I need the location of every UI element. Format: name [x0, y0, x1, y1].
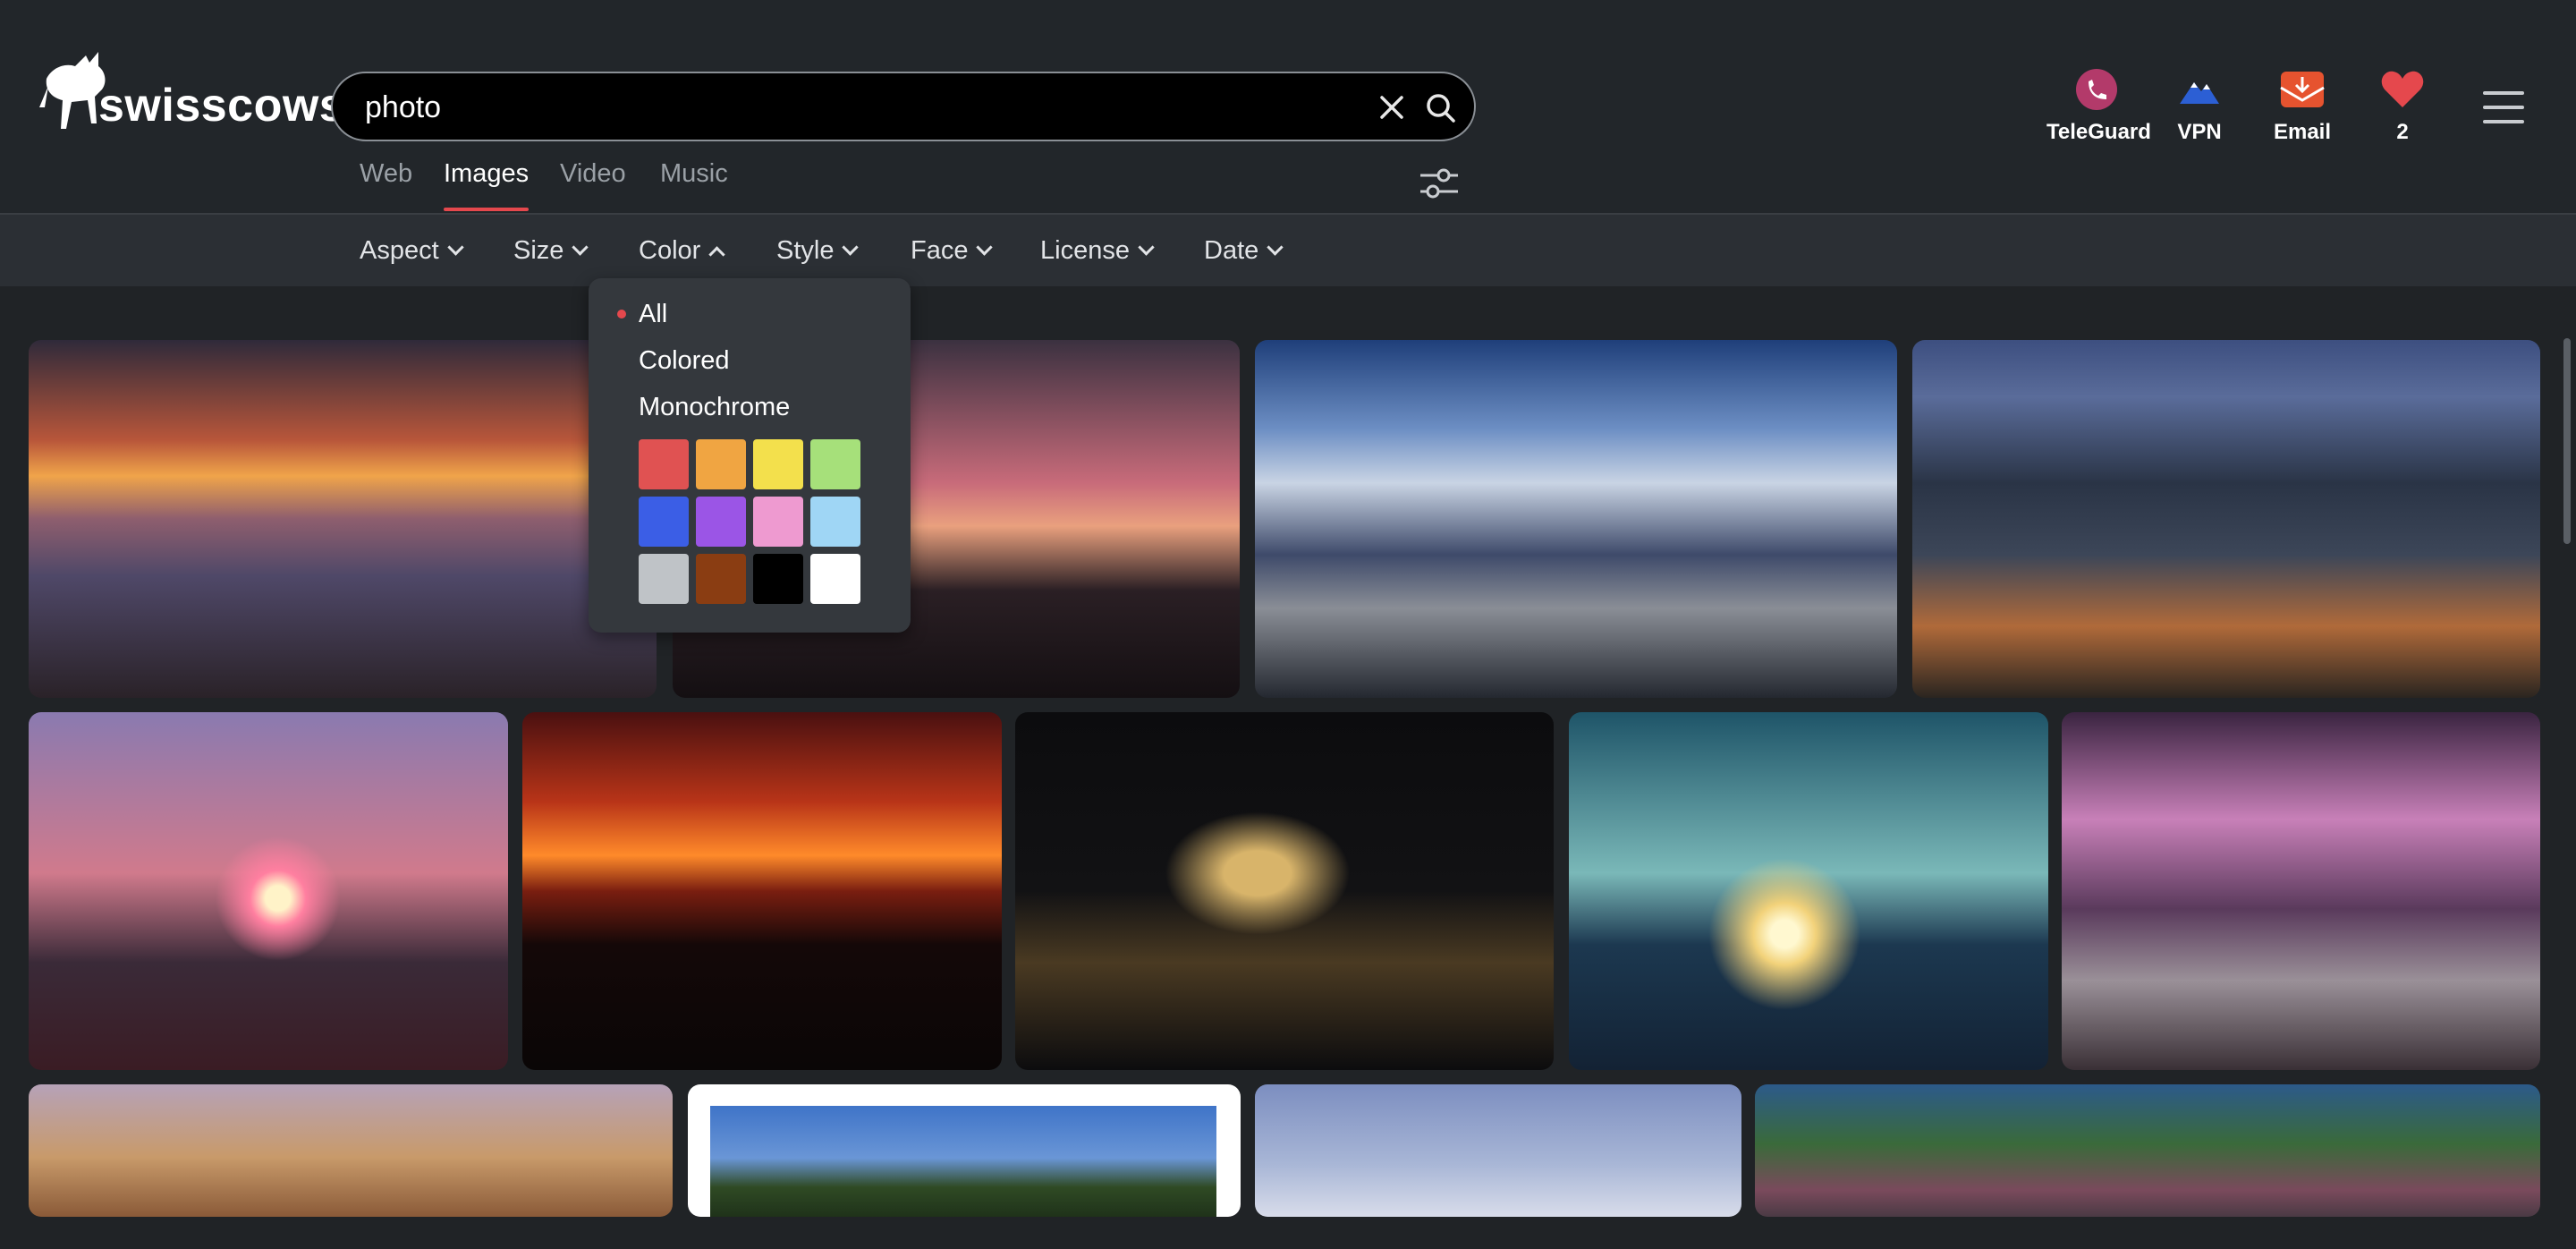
vpn-label: VPN: [2177, 120, 2222, 144]
filter-style[interactable]: Style: [776, 236, 860, 266]
search-box: [331, 72, 1476, 141]
heart-icon: [2379, 68, 2426, 111]
header: swisscows Web Images Video Music TeleGua…: [0, 0, 2576, 215]
image-result[interactable]: [29, 1084, 673, 1217]
chevron-down-icon: [1267, 239, 1284, 256]
swatch-blue[interactable]: [639, 497, 689, 547]
tab-video[interactable]: Video: [560, 159, 626, 211]
chevron-down-icon: [1138, 239, 1155, 256]
swatch-black[interactable]: [753, 554, 803, 604]
swatch-red[interactable]: [639, 439, 689, 489]
color-option-all[interactable]: All: [639, 300, 667, 329]
image-result[interactable]: [1255, 340, 1897, 698]
brand-name: swisscows: [98, 80, 346, 132]
chevron-down-icon: [842, 239, 860, 256]
image-result[interactable]: [688, 1084, 1241, 1217]
image-result[interactable]: [1755, 1084, 2540, 1217]
swatch-orange[interactable]: [696, 439, 746, 489]
search-icon[interactable]: [1424, 91, 1458, 125]
tab-music[interactable]: Music: [660, 159, 728, 211]
swatch-brown[interactable]: [696, 554, 746, 604]
email-label: Email: [2273, 120, 2332, 144]
filters-toggle-icon[interactable]: [1419, 166, 1460, 200]
image-result[interactable]: [1912, 340, 2540, 698]
image-result[interactable]: [1255, 1084, 1741, 1217]
scrollbar[interactable]: [2563, 338, 2571, 544]
filter-face[interactable]: Face: [911, 236, 994, 266]
teleguard-label: TeleGuard: [2046, 120, 2151, 144]
vpn-link[interactable]: VPN: [2174, 68, 2225, 145]
filter-date[interactable]: Date: [1204, 236, 1284, 266]
color-option-colored[interactable]: Colored: [639, 346, 730, 376]
image-result[interactable]: [522, 712, 1002, 1070]
chevron-down-icon: [976, 239, 994, 256]
image-result[interactable]: [1569, 712, 2048, 1070]
image-result[interactable]: [29, 340, 657, 698]
filter-size[interactable]: Size: [513, 236, 589, 266]
swatch-light-blue[interactable]: [810, 497, 860, 547]
vpn-icon: [2176, 68, 2223, 111]
selected-indicator: [617, 310, 626, 319]
image-results-grid: [0, 286, 2576, 1217]
filter-license[interactable]: License: [1040, 236, 1155, 266]
tab-web[interactable]: Web: [360, 159, 412, 211]
email-link[interactable]: Email: [2272, 68, 2333, 145]
swatch-green[interactable]: [810, 439, 860, 489]
filter-bar: Aspect Size Color Style Face License Dat…: [0, 215, 2576, 286]
color-filter-dropdown: All Colored Monochrome: [589, 278, 911, 633]
swatch-pink[interactable]: [753, 497, 803, 547]
swisscows-logo[interactable]: swisscows: [39, 43, 345, 136]
clear-search-icon[interactable]: [1376, 91, 1408, 123]
email-icon: [2279, 68, 2326, 111]
swatch-purple[interactable]: [696, 497, 746, 547]
chevron-down-icon: [572, 239, 589, 256]
chevron-down-icon: [446, 239, 464, 256]
teleguard-icon: [2073, 68, 2120, 111]
filter-color[interactable]: Color: [639, 236, 726, 266]
color-option-monochrome[interactable]: Monochrome: [639, 393, 790, 422]
teleguard-link[interactable]: TeleGuard: [2046, 68, 2151, 145]
image-result[interactable]: [29, 712, 508, 1070]
favorites-count: 2: [2396, 120, 2409, 144]
tab-images[interactable]: Images: [444, 159, 530, 211]
image-result[interactable]: [1015, 712, 1554, 1070]
search-input[interactable]: [363, 73, 1306, 141]
swatch-gray[interactable]: [639, 554, 689, 604]
swatch-yellow[interactable]: [753, 439, 803, 489]
hamburger-menu-icon[interactable]: [2483, 89, 2524, 125]
chevron-up-icon: [708, 246, 726, 263]
filter-aspect[interactable]: Aspect: [360, 236, 464, 266]
favorites-link[interactable]: 2: [2379, 68, 2426, 145]
image-result[interactable]: [2062, 712, 2540, 1070]
swatch-white[interactable]: [810, 554, 860, 604]
